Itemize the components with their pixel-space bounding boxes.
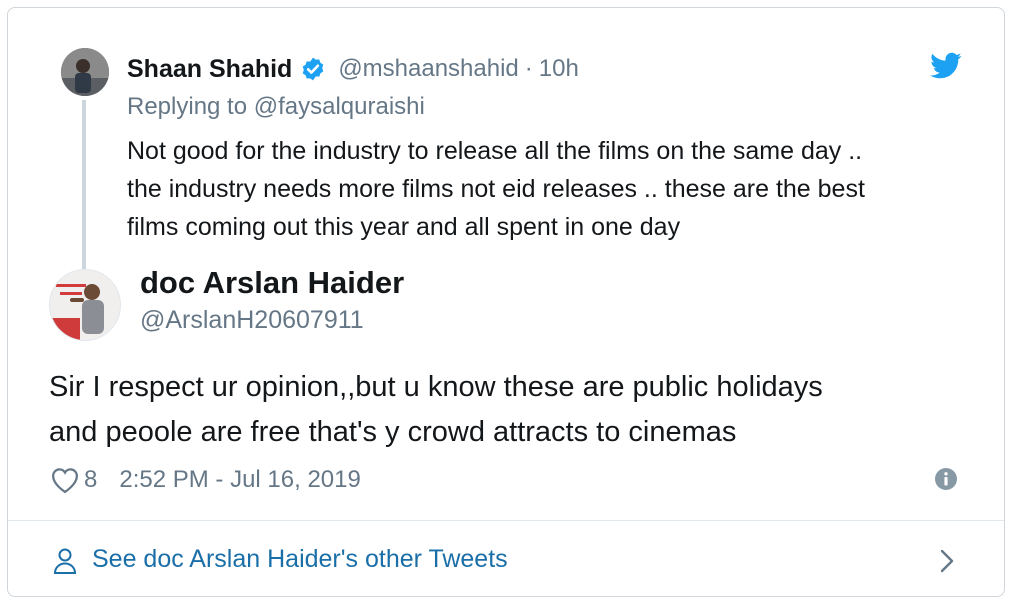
parent-author-handle[interactable]: @mshaanshahid [338,55,518,83]
parent-author-name[interactable]: Shaan Shahid [127,55,292,84]
parent-text-line: Not good for the industry to release all… [127,137,863,165]
parent-tweet-time[interactable]: 10h [539,55,579,83]
info-icon[interactable] [934,467,958,491]
author-handle[interactable]: @ArslanH20607911 [140,306,364,335]
parent-text-line: films coming out this year and all spent… [127,213,681,241]
tweet-timestamp[interactable]: 2:52 PM - Jul 16, 2019 [119,466,360,494]
parent-tweet-header: Shaan Shahid @mshaanshahid · 10h [127,52,579,86]
parent-text-line: the industry needs more films not eid re… [127,175,865,203]
author-name[interactable]: doc Arslan Haider [140,265,404,301]
see-other-tweets-link[interactable]: See doc Arslan Haider's other Tweets [8,521,1004,596]
person-icon [53,547,77,575]
tweet-text: Sir I respect ur opinion,,but u know the… [49,365,969,455]
parent-tweet-text: Not good for the industry to release all… [127,132,987,246]
author-avatar[interactable] [49,269,121,341]
heart-icon[interactable] [50,466,80,494]
tweet-text-line: Sir I respect ur opinion,,but u know the… [49,371,823,403]
parent-author-avatar[interactable] [61,48,109,96]
header-separator: · [524,55,533,82]
tweet-meta-row: 8 2:52 PM - Jul 16, 2019 [50,462,361,498]
thread-connector-line [82,100,86,272]
replying-to-text[interactable]: Replying to @faysalquraishi [127,93,425,121]
verified-badge-icon [300,56,326,82]
see-other-tweets-label[interactable]: See doc Arslan Haider's other Tweets [92,545,508,574]
embedded-tweet-card: Shaan Shahid @mshaanshahid · 10h Replyin… [7,7,1005,597]
chevron-right-icon[interactable] [938,549,956,573]
tweet-text-line: and peoole are free that's y crowd attra… [49,416,737,448]
like-count[interactable]: 8 [84,466,97,494]
twitter-bird-icon[interactable] [930,52,962,80]
